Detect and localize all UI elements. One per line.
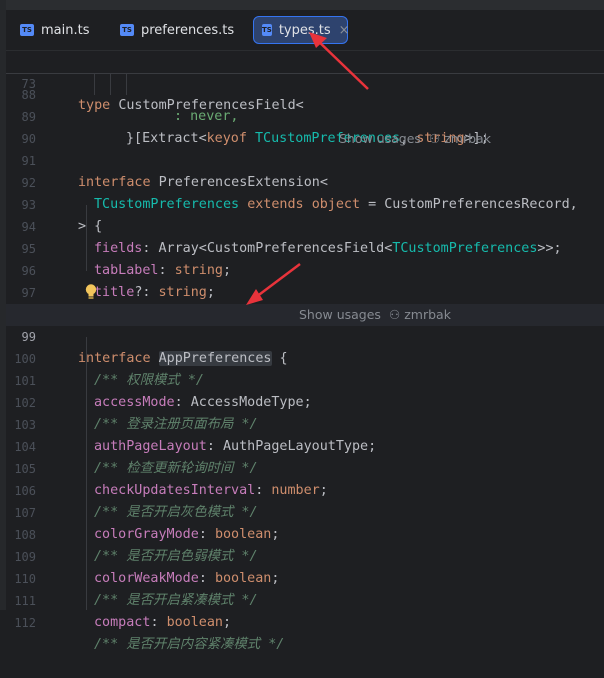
line-number: 112: [14, 616, 36, 630]
arrow-to-types-tab: [314, 37, 369, 90]
code-text: :: [150, 615, 167, 630]
keyword: boolean: [166, 615, 223, 630]
annotation-arrows: [246, 32, 369, 305]
arrow-head: [246, 289, 263, 305]
code-text: ;: [223, 615, 232, 630]
property: compact: [94, 615, 151, 630]
doc-comment: /** 是否开启内容紧凑模式 */: [94, 637, 285, 652]
